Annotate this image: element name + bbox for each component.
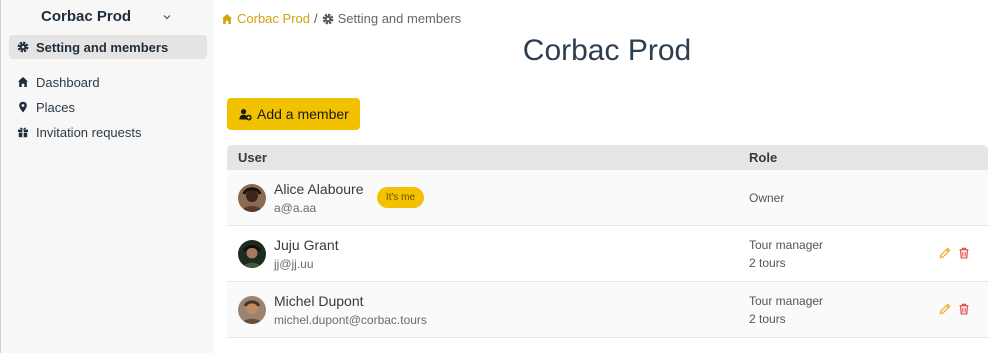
member-name: Michel Dupont (274, 293, 364, 309)
add-member-label: Add a member (257, 106, 349, 122)
member-email: jj@jj.uu (274, 257, 314, 271)
members-table: User Role Alice Alaboure a@a.aa It's me … (227, 145, 988, 338)
sidebar: Corbac Prod Setting and members Dashboar… (0, 0, 213, 353)
row-actions (939, 247, 970, 259)
member-role: Tour manager (749, 294, 824, 308)
its-me-badge: It's me (377, 187, 424, 208)
avatar (238, 296, 266, 324)
table-row: Alice Alaboure a@a.aa It's me Owner (227, 170, 988, 226)
member-tours-count: 2 tours (749, 312, 786, 326)
member-email: michel.dupont@corbac.tours (274, 313, 427, 327)
member-role: Tour manager (749, 238, 824, 252)
delete-member-button[interactable] (958, 303, 970, 315)
breadcrumb-home-link[interactable]: Corbac Prod (221, 11, 310, 26)
map-pin-icon (17, 101, 29, 113)
table-header: User Role (227, 145, 988, 170)
gift-icon (17, 126, 29, 138)
home-icon (17, 76, 29, 88)
column-header-user: User (238, 150, 267, 165)
sidebar-item-invitation-requests[interactable]: Invitation requests (9, 120, 207, 144)
avatar (238, 184, 266, 212)
pencil-icon (939, 303, 951, 315)
organization-switcher[interactable]: Corbac Prod (1, 6, 214, 30)
breadcrumb-home-label: Corbac Prod (237, 11, 310, 26)
edit-member-button[interactable] (939, 247, 951, 259)
table-row: Juju Grant jj@jj.uu Tour manager 2 tours (227, 226, 988, 282)
sidebar-item-dashboard[interactable]: Dashboard (9, 70, 207, 94)
table-row: Michel Dupont michel.dupont@corbac.tours… (227, 282, 988, 338)
page-title: Corbac Prod (522, 34, 692, 67)
breadcrumb-current-label: Setting and members (337, 11, 462, 26)
add-user-icon (239, 108, 252, 120)
add-member-button[interactable]: Add a member (227, 98, 360, 130)
sidebar-item-label: Invitation requests (36, 124, 142, 140)
member-role: Owner (749, 191, 785, 205)
sidebar-item-label: Dashboard (36, 74, 100, 90)
member-tours-count: 2 tours (749, 256, 786, 270)
trash-icon (959, 247, 969, 259)
avatar (238, 240, 266, 268)
breadcrumb-current: Setting and members (322, 11, 462, 26)
gear-icon (322, 13, 334, 24)
breadcrumb-separator: / (313, 11, 318, 26)
home-icon (222, 13, 232, 24)
chevron-down-icon (163, 15, 171, 20)
gear-icon (17, 41, 29, 53)
delete-member-button[interactable] (958, 247, 970, 259)
member-name: Juju Grant (274, 237, 339, 253)
member-name: Alice Alaboure (274, 181, 364, 197)
edit-member-button[interactable] (939, 303, 951, 315)
sidebar-item-label: Setting and members (36, 39, 169, 55)
row-actions (939, 303, 970, 315)
trash-icon (959, 303, 969, 315)
sidebar-item-settings[interactable]: Setting and members (9, 35, 207, 59)
sidebar-item-label: Places (36, 99, 76, 115)
breadcrumb: Corbac Prod / Setting and members (221, 11, 461, 26)
column-header-role: Role (749, 150, 778, 165)
sidebar-item-places[interactable]: Places (9, 95, 207, 119)
member-email: a@a.aa (274, 201, 317, 215)
pencil-icon (939, 247, 951, 259)
organization-name: Corbac Prod (41, 8, 132, 25)
